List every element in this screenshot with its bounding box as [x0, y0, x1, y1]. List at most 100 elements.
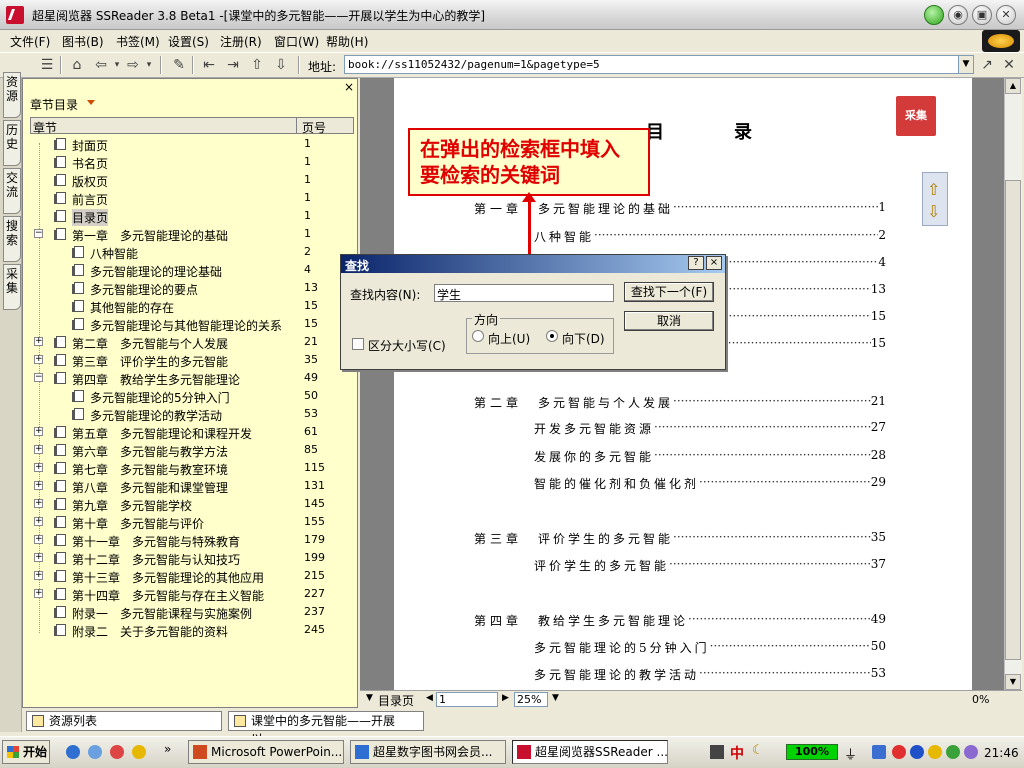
tab-current-book[interactable]: 课堂中的多元智能——开展以... [228, 711, 424, 746]
find-dialog-title[interactable]: 查找 [341, 255, 725, 273]
column-chapter[interactable]: 章节 [33, 119, 57, 136]
radio-down-label[interactable]: 向下(D) [562, 330, 605, 347]
toc-item[interactable]: 多元智能理论的要点 13 [30, 279, 350, 297]
menu-file[interactable]: 文件(F) [10, 33, 50, 50]
column-page[interactable]: 页号 [302, 119, 326, 136]
toc-toggle-icon[interactable]: ▼ [366, 693, 373, 703]
moon-icon[interactable]: ☾ [752, 743, 764, 758]
toc-item[interactable]: 多元智能理论的教学活动 53 [30, 405, 350, 423]
document-toc-line[interactable]: 开发多元智能资源 ································… [534, 420, 886, 437]
document-toc-line[interactable]: 评价学生的多元智能 ·······························… [534, 557, 886, 574]
go-icon[interactable]: ↗ [978, 56, 996, 74]
ie-icon[interactable] [66, 745, 80, 759]
tab-exchange[interactable]: 交流 [3, 168, 21, 214]
close-button[interactable]: ✕ [996, 5, 1016, 25]
menu-book[interactable]: 图书(B) [62, 33, 104, 50]
page-down-icon[interactable]: ⇩ [272, 56, 290, 74]
toc-header[interactable]: 章节目录 [30, 96, 78, 113]
next-page-icon[interactable]: ⇩ [927, 202, 940, 221]
toc-item[interactable]: + 第十四章 多元智能与存在主义智能 227 [30, 585, 350, 603]
toc-item[interactable]: 目录页 1 [30, 207, 350, 226]
task-ssreader[interactable]: 超星阅览器SSReader ... [512, 740, 668, 764]
menu-bookmark[interactable]: 书签(M) [116, 33, 160, 50]
network-icon[interactable] [872, 745, 886, 759]
toc-item[interactable]: 版权页 1 [30, 171, 350, 189]
toc-toggle-label[interactable]: 目录页 [378, 692, 414, 709]
expand-icon[interactable]: + [34, 499, 43, 508]
last-page-icon[interactable]: ⇥ [224, 56, 242, 74]
home-icon[interactable]: ⌂ [68, 56, 86, 74]
task-browser[interactable]: 超星数字图书网会员... [350, 740, 506, 764]
find-next-button[interactable]: 查找下一个(F) [624, 282, 714, 302]
prev-page-icon[interactable]: ⇧ [927, 180, 940, 199]
toc-item[interactable]: + 第七章 多元智能与教室环境 115 [30, 459, 350, 477]
match-case-label[interactable]: 区分大小写(C) [368, 337, 446, 354]
expand-icon[interactable]: + [34, 337, 43, 346]
expand-icon[interactable]: + [34, 553, 43, 562]
expand-icon[interactable]: + [34, 535, 43, 544]
quicklaunch-more-icon[interactable]: » [164, 742, 171, 756]
toc-item[interactable]: 多元智能理论与其他智能理论的关系 15 [30, 315, 350, 333]
tab-history[interactable]: 历史 [3, 120, 21, 166]
volume-icon[interactable] [964, 745, 978, 759]
security-icon[interactable] [892, 745, 906, 759]
menu-window[interactable]: 窗口(W) [274, 33, 319, 50]
toc-item[interactable]: − 第一章 多元智能理论的基础 1 [30, 225, 350, 243]
match-case-checkbox[interactable] [352, 338, 364, 350]
scroll-up-icon[interactable]: ▲ [1005, 78, 1021, 94]
toc-item[interactable]: 封面页 1 [30, 135, 350, 153]
address-dropdown-icon[interactable]: ▼ [958, 55, 974, 74]
page-number-input[interactable]: 1 [436, 692, 498, 707]
expand-icon[interactable]: + [34, 445, 43, 454]
toc-item[interactable]: + 第十二章 多元智能与认知技巧 199 [30, 549, 350, 567]
collect-stamp-icon[interactable]: 采集 [896, 96, 936, 136]
radio-down[interactable] [546, 330, 558, 342]
document-toc-line[interactable]: 第四章 教给学生多元智能理论 ···························… [474, 612, 886, 629]
menu-help[interactable]: 帮助(H) [326, 33, 368, 50]
tab-resource-list[interactable]: 资源列表 [26, 711, 222, 731]
bookmark-icon[interactable]: ✎ [170, 56, 188, 74]
expand-icon[interactable]: + [34, 355, 43, 364]
column-divider[interactable] [296, 117, 297, 134]
toc-item[interactable]: 八种智能 2 [30, 243, 350, 261]
toc-item[interactable]: + 第五章 多元智能理论和课程开发 61 [30, 423, 350, 441]
expand-icon[interactable]: + [34, 589, 43, 598]
panel-close-icon[interactable]: × [344, 80, 354, 94]
document-toc-line[interactable]: 第一章 多元智能理论的基础 ····························… [474, 200, 886, 217]
toc-item[interactable]: 前言页 1 [30, 189, 350, 207]
toc-item[interactable]: + 第十三章 多元智能理论的其他应用 215 [30, 567, 350, 585]
zoom-input[interactable]: 25% [514, 692, 548, 707]
first-page-icon[interactable]: ⇤ [200, 56, 218, 74]
collapse-icon[interactable]: − [34, 229, 43, 238]
document-toc-line[interactable]: 发展你的多元智能 ································… [534, 448, 886, 465]
dialog-close-button[interactable]: × [706, 256, 722, 270]
zoom-dropdown-icon[interactable]: ▼ [552, 693, 559, 703]
document-toc-line[interactable]: 多元智能理论的5分钟入门 ····························… [534, 639, 886, 656]
prev-page-arrow-icon[interactable]: ◀ [426, 693, 433, 703]
toc-item[interactable]: 多元智能理论的理论基础 4 [30, 261, 350, 279]
qq-icon[interactable] [110, 745, 124, 759]
toc-item[interactable]: + 第三章 评价学生的多元智能 35 [30, 351, 350, 369]
forward-dropdown-icon[interactable]: ▾ [140, 56, 158, 74]
expand-icon[interactable]: + [34, 427, 43, 436]
cancel-button[interactable]: 取消 [624, 311, 714, 331]
toc-item[interactable]: + 第十一章 多元智能与特殊教育 179 [30, 531, 350, 549]
restore-button[interactable]: ◉ [948, 5, 968, 25]
toc-item[interactable]: 其他智能的存在 15 [30, 297, 350, 315]
ime-indicator[interactable]: 中 [730, 743, 744, 763]
task-powerpoint[interactable]: Microsoft PowerPoin... [188, 740, 344, 764]
toc-item[interactable]: 附录二 关于多元智能的资料 245 [30, 621, 350, 639]
toc-item[interactable]: 多元智能理论的5分钟入门 50 [30, 387, 350, 405]
antivirus-icon[interactable] [946, 745, 960, 759]
tab-resources[interactable]: 资源 [3, 72, 21, 118]
toolbar-close-icon[interactable]: ✕ [1000, 56, 1018, 74]
toc-item[interactable]: 附录一 多元智能课程与实施案例 237 [30, 603, 350, 621]
next-page-arrow-icon[interactable]: ▶ [502, 693, 509, 703]
expand-icon[interactable]: + [34, 463, 43, 472]
desktop-icon[interactable] [88, 745, 102, 759]
radio-up[interactable] [472, 330, 484, 342]
shield-icon[interactable] [910, 745, 924, 759]
radio-up-label[interactable]: 向上(U) [488, 330, 530, 347]
document-toc-line[interactable]: 八种智能 ····································… [534, 228, 886, 245]
expand-icon[interactable]: + [34, 571, 43, 580]
